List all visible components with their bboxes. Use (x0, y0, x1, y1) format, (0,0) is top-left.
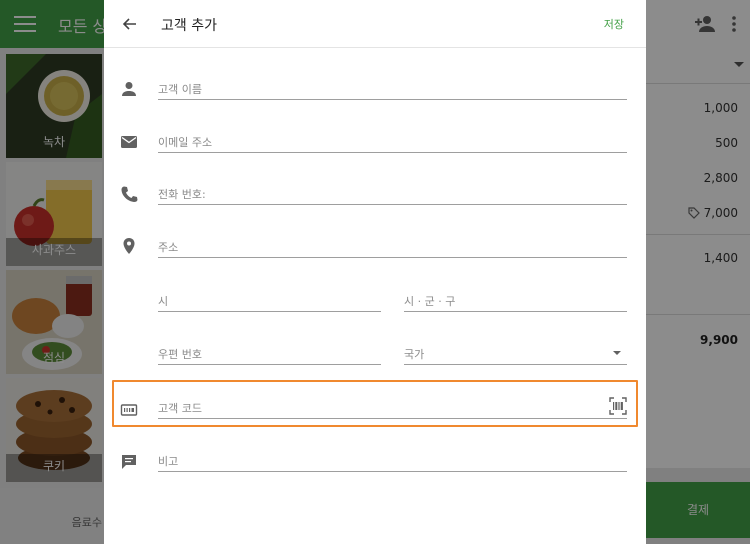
customer-name-field[interactable]: 고객 이름 (158, 78, 627, 100)
comment-icon (122, 455, 136, 469)
customer-name-placeholder: 고객 이름 (158, 83, 202, 96)
region-field[interactable]: 시 · 군 · 구 (404, 290, 627, 312)
address-field[interactable]: 주소 (158, 236, 627, 258)
region-placeholder: 시 · 군 · 구 (404, 295, 456, 308)
city-placeholder: 시 (158, 295, 169, 308)
person-icon (122, 82, 136, 96)
note-field[interactable]: 비고 (158, 450, 627, 472)
email-placeholder: 이메일 주소 (158, 136, 213, 149)
note-placeholder: 비고 (158, 455, 179, 468)
address-placeholder: 주소 (158, 241, 179, 254)
country-select[interactable]: 국가 (404, 343, 627, 365)
save-button[interactable]: 저장 (604, 16, 624, 32)
dialog-title: 고객 추가 (161, 18, 217, 34)
location-pin-icon (123, 238, 135, 254)
add-customer-dialog: 고객 추가 저장 고객 이름 이메일 주소 전화 번호: 주소 시 시 · 군 … (104, 0, 646, 544)
phone-field[interactable]: 전화 번호: (158, 183, 627, 205)
country-placeholder: 국가 (404, 348, 425, 361)
city-field[interactable]: 시 (158, 290, 381, 312)
phone-icon (121, 186, 138, 202)
customer-code-highlight (112, 380, 638, 427)
email-icon (121, 136, 137, 148)
dialog-header: 고객 추가 저장 (104, 0, 646, 48)
postal-code-field[interactable]: 우편 번호 (158, 343, 381, 365)
phone-placeholder: 전화 번호: (158, 188, 206, 201)
chevron-down-icon (613, 351, 621, 355)
back-arrow-icon[interactable] (120, 14, 140, 34)
postal-code-placeholder: 우편 번호 (158, 348, 202, 361)
email-field[interactable]: 이메일 주소 (158, 131, 627, 153)
